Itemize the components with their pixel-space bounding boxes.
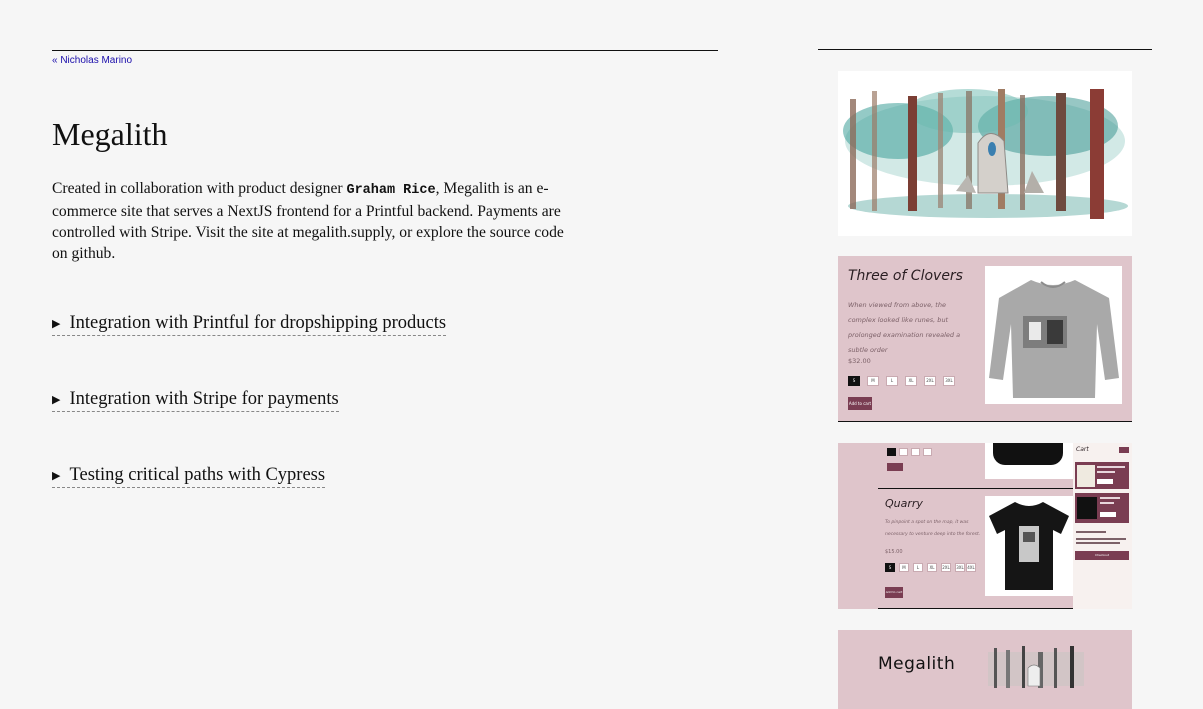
product-page-screenshot: Three of Clovers When viewed from above,… — [838, 256, 1132, 422]
size-option — [887, 448, 896, 456]
size-option: 3XL — [943, 376, 955, 386]
back-link[interactable]: « Nicholas Marino — [52, 55, 132, 66]
size-option: 2XL — [924, 376, 936, 386]
product-title: Quarry — [885, 497, 923, 510]
cart-drawer: Cart Checkout — [1073, 443, 1132, 609]
disclosure-triangle-icon: ▶ — [52, 394, 61, 406]
size-option: XL — [927, 563, 937, 572]
add-to-cart-button: Add to cart — [885, 587, 903, 598]
cart-item — [1075, 462, 1129, 489]
divider — [878, 608, 1073, 609]
add-to-cart-button — [887, 463, 903, 471]
forest-sketch-image — [988, 646, 1084, 690]
product-price: $32.00 — [848, 357, 871, 365]
size-option — [923, 448, 932, 456]
divider — [878, 488, 1073, 489]
intro-prefix: Created in collaboration with product de… — [52, 180, 347, 197]
size-option — [899, 448, 908, 456]
details-printful[interactable]: ▶ Integration with Printful for dropship… — [52, 313, 447, 336]
size-option: 3XL — [955, 563, 965, 572]
disclosure-triangle-icon: ▶ — [52, 470, 61, 482]
disclosure-triangle-icon: ▶ — [52, 318, 61, 330]
product-description: To pinpoint a spot on the map, it was ne… — [885, 520, 981, 537]
product-description: When viewed from above, the complex look… — [848, 301, 961, 354]
watercolor-forest-image — [838, 71, 1132, 236]
size-option: XL — [905, 376, 917, 386]
add-to-cart-button: Add to cart — [848, 397, 872, 410]
collaborator-name: Graham Rice — [346, 183, 436, 198]
size-option: M — [867, 376, 879, 386]
divider — [838, 421, 1132, 422]
project-description: Created in collaboration with product de… — [52, 178, 582, 264]
size-option: S — [885, 563, 895, 572]
product-title: Three of Clovers — [848, 268, 963, 284]
megalith-banner-screenshot: Megalith — [838, 630, 1132, 709]
longsleeve-shirt-image — [985, 266, 1122, 404]
details-label: Integration with Stripe for payments — [69, 389, 339, 409]
size-option: 2XL — [941, 563, 951, 572]
product-price: $15.00 — [885, 549, 903, 555]
page-title: Megalith — [52, 116, 168, 152]
size-option: L — [913, 563, 923, 572]
black-shirt-partial-image — [985, 443, 1073, 479]
details-label: Testing critical paths with Cypress — [69, 465, 326, 485]
size-option: M — [899, 563, 909, 572]
size-option: L — [886, 376, 898, 386]
right-top-rule — [818, 49, 1152, 50]
checkout-button: Checkout — [1075, 551, 1129, 560]
details-label: Integration with Printful for dropshippi… — [69, 313, 447, 333]
left-top-rule — [52, 50, 718, 51]
cart-item — [1075, 493, 1129, 523]
size-option — [911, 448, 920, 456]
black-tshirt-image — [985, 496, 1073, 596]
details-cypress[interactable]: ▶ Testing critical paths with Cypress — [52, 465, 326, 488]
megalith-logo: Megalith — [878, 654, 956, 674]
size-option: 4XL — [966, 563, 976, 572]
product-cart-screenshot: Quarry To pinpoint a spot on the map, it… — [838, 443, 1132, 609]
close-icon — [1119, 447, 1129, 453]
cart-title: Cart — [1076, 446, 1089, 453]
size-option: S — [848, 376, 860, 386]
details-stripe[interactable]: ▶ Integration with Stripe for payments — [52, 389, 339, 412]
